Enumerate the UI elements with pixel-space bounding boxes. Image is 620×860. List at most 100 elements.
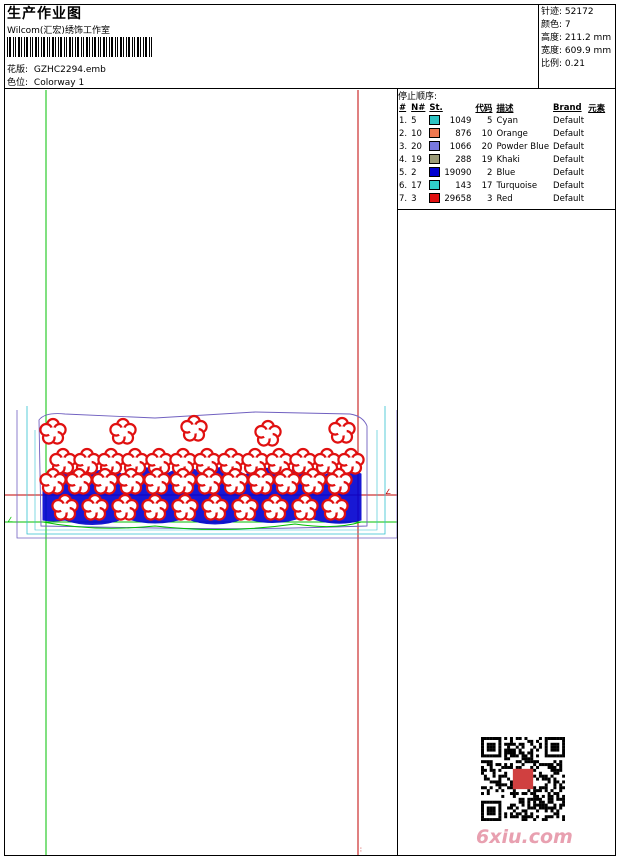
qr-module	[498, 812, 502, 816]
qr-module	[530, 754, 534, 758]
row-needle: 5	[411, 115, 417, 126]
barcode-bar	[128, 37, 130, 57]
qr-module	[518, 737, 522, 740]
qr-module	[518, 797, 522, 801]
qr-module	[524, 757, 528, 761]
qr-module	[533, 794, 537, 798]
qr-module	[498, 751, 502, 755]
scale-label: 比例:	[541, 59, 563, 69]
divider-stop-table	[397, 209, 616, 210]
qr-module	[541, 774, 545, 778]
qr-module	[527, 751, 531, 755]
qr-module	[509, 739, 513, 743]
height-value: 211.2 mm	[564, 33, 612, 43]
barcode-bar	[98, 37, 99, 57]
qr-module	[492, 809, 496, 813]
qr-module	[507, 751, 511, 755]
qr-module	[550, 737, 554, 740]
row-element	[586, 192, 607, 205]
qr-module	[538, 742, 542, 746]
row-description: Turquoise	[496, 180, 538, 191]
qr-module	[518, 760, 522, 764]
qr-module	[536, 765, 540, 769]
color-swatch	[429, 193, 441, 204]
qr-module	[492, 737, 496, 740]
flower-center	[308, 477, 318, 487]
flower-motif	[109, 417, 137, 445]
scale-value: 0.21	[564, 59, 585, 69]
row-description: Red	[496, 193, 513, 204]
barcode-bar	[77, 37, 79, 57]
row-swatch	[427, 114, 442, 127]
qr-module	[533, 818, 537, 821]
height-label: 高度:	[541, 33, 563, 43]
qr-module	[483, 777, 487, 781]
row-stitches: 19090	[444, 167, 472, 178]
flower-center	[189, 424, 199, 434]
qr-module	[562, 739, 565, 743]
qr-module	[481, 754, 484, 758]
qr-module	[486, 748, 490, 752]
qr-module	[527, 757, 531, 761]
flower-center	[58, 457, 68, 467]
qr-module	[495, 818, 499, 821]
row-code: 3	[487, 193, 493, 204]
qr-module	[544, 754, 548, 758]
qr-module	[544, 789, 548, 793]
qr-module	[486, 806, 490, 810]
qr-module	[527, 815, 531, 819]
qr-module	[541, 786, 545, 790]
qr-module	[550, 774, 554, 778]
qr-module	[533, 806, 537, 810]
qr-module	[504, 754, 508, 758]
flower-center	[126, 477, 136, 487]
barcode-bar	[15, 37, 16, 57]
barcode-bar	[18, 37, 20, 57]
qr-module	[504, 748, 508, 752]
qr-module	[481, 768, 484, 772]
qr-module	[481, 765, 484, 769]
barcode-bar	[30, 37, 31, 57]
qr-module	[550, 768, 554, 772]
qr-module	[547, 792, 551, 796]
qr-module	[481, 737, 484, 740]
qr-module	[495, 780, 499, 784]
row-stitches: 1049	[449, 115, 472, 126]
row-stitches: 29658	[444, 193, 472, 204]
qr-module	[527, 739, 531, 743]
qr-module	[533, 786, 537, 790]
barcode-bar	[66, 37, 67, 57]
qr-module	[495, 789, 499, 793]
barcode-bar	[75, 37, 76, 57]
qr-module	[515, 812, 519, 816]
qr-module	[556, 763, 560, 767]
row-swatch	[427, 192, 442, 205]
qr-module	[492, 774, 496, 778]
qr-module	[504, 742, 508, 746]
row-code: 17	[481, 180, 493, 191]
qr-module	[550, 742, 554, 746]
qr-module	[530, 757, 534, 761]
qr-module	[553, 771, 557, 775]
qr-module	[553, 777, 557, 781]
qr-module	[481, 742, 484, 746]
qr-module	[498, 739, 502, 743]
qr-module	[507, 806, 511, 810]
qr-module	[562, 774, 565, 778]
qr-module	[541, 763, 545, 767]
qr-module	[547, 800, 551, 804]
qr-module	[559, 754, 563, 758]
qr-module	[507, 748, 511, 752]
qr-module	[536, 794, 540, 798]
divider-header	[4, 88, 616, 89]
barcode-bar	[47, 37, 48, 57]
qr-module	[486, 800, 490, 804]
qr-module	[530, 748, 534, 752]
colorway-row: 色位: Colorway 1	[7, 75, 84, 88]
qr-module	[498, 763, 502, 767]
barcode-bar	[72, 37, 73, 57]
qr-module	[486, 789, 490, 793]
qr-module	[492, 745, 496, 749]
qr-module	[562, 803, 565, 807]
qr-module	[556, 812, 560, 816]
